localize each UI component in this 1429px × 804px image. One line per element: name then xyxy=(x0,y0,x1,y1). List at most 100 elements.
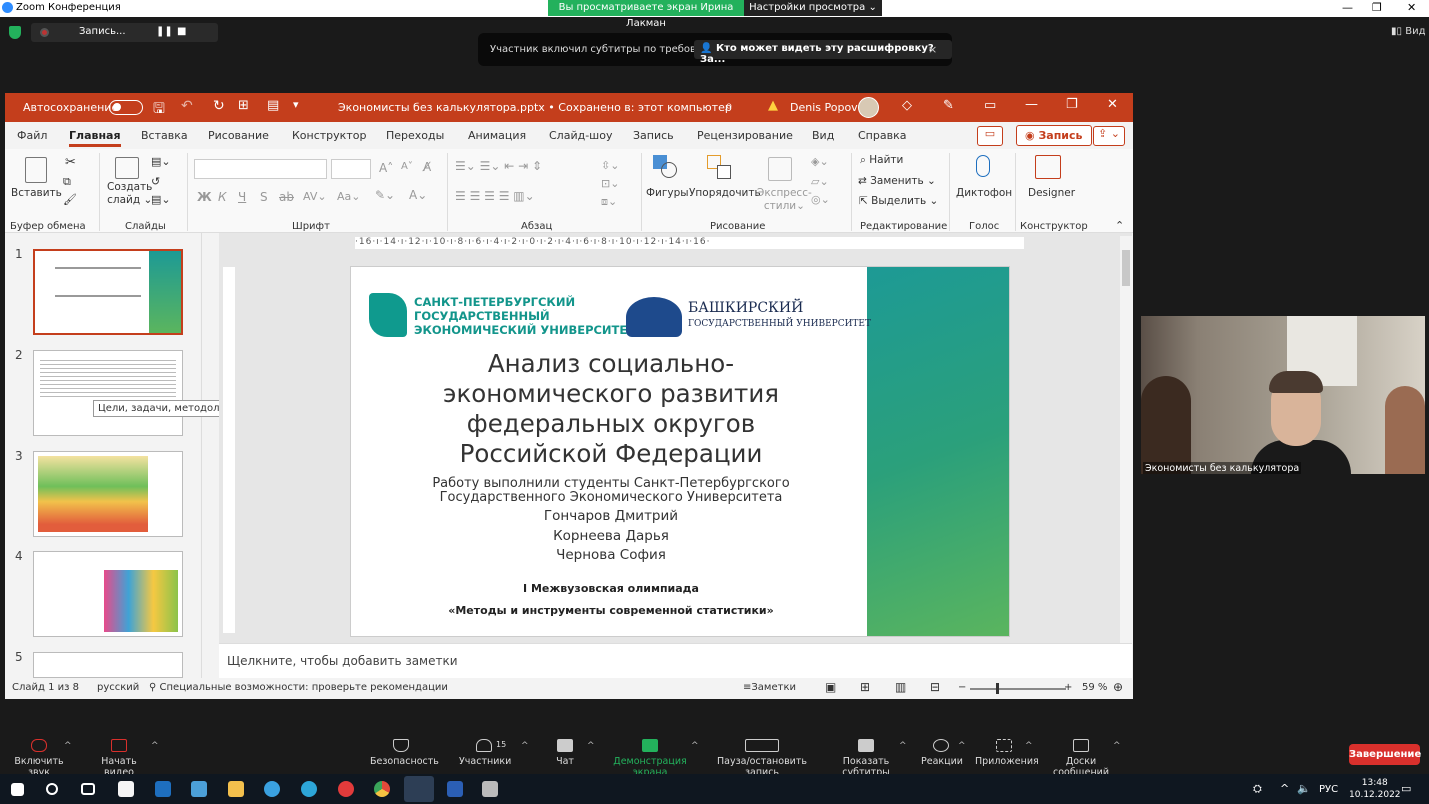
outline-icon[interactable]: ▱⌄ xyxy=(811,175,829,188)
paste-button[interactable]: Вставить xyxy=(11,187,62,199)
share-options-caret[interactable]: ^ xyxy=(691,741,699,751)
bullets-icon[interactable]: ☰⌄ ☰⌄ ⇤ ⇥ ⇕ xyxy=(455,159,542,173)
zoom-in-icon[interactable]: + xyxy=(1064,682,1072,693)
input-language[interactable]: РУС xyxy=(1319,784,1338,795)
security-button[interactable]: Безопасность xyxy=(370,732,439,767)
align-text-icon[interactable]: ⊡⌄ xyxy=(601,177,619,190)
change-case-icon[interactable]: Aa⌄ xyxy=(337,190,360,203)
photos-icon[interactable] xyxy=(191,781,207,797)
highlight-icon[interactable]: ✎⌄ xyxy=(375,188,395,202)
volume-icon[interactable]: 🔈 xyxy=(1297,782,1311,795)
quick-styles-icon[interactable] xyxy=(768,157,792,181)
accessibility-status[interactable]: ⚲ Специальные возможности: проверьте рек… xyxy=(149,682,448,693)
slide-thumbnail-3[interactable] xyxy=(33,451,183,537)
dictate-button[interactable]: Диктофон xyxy=(956,187,1012,199)
designer-icon[interactable] xyxy=(1035,155,1061,179)
tab-insert[interactable]: Вставка xyxy=(141,129,188,142)
participants-button[interactable]: Участники xyxy=(459,732,511,767)
effects-icon[interactable]: ◎⌄ xyxy=(811,193,830,206)
reactions-options-caret[interactable]: ^ xyxy=(958,741,966,751)
font-color-icon[interactable]: A⌄ xyxy=(409,188,427,202)
fill-icon[interactable]: ◈⌄ xyxy=(811,155,829,168)
maximize-icon[interactable]: ❐ xyxy=(1372,1,1382,14)
record-button[interactable]: ◉ Запись xyxy=(1016,125,1092,146)
fit-slide-icon[interactable]: ⊕ xyxy=(1113,680,1123,694)
pause-recording-button[interactable]: Пауза/остановить запись xyxy=(707,732,817,778)
slideshow-view-icon[interactable]: ⊟ xyxy=(930,680,940,694)
align-icon[interactable]: ☰ ☰ ☰ ☰ ▥⌄ xyxy=(455,189,535,203)
share-icon[interactable]: ⇪ ⌄ xyxy=(1093,126,1125,146)
strikethrough-icon[interactable]: ab xyxy=(279,190,294,204)
autosave-toggle[interactable] xyxy=(109,100,143,115)
zoom-taskbar-icon[interactable] xyxy=(404,776,434,802)
participants-options-caret[interactable]: ^ xyxy=(521,741,529,751)
unmute-button[interactable]: Включить звук xyxy=(8,732,70,778)
caption-close-icon[interactable]: × xyxy=(928,43,937,56)
redo-icon[interactable]: ↻ xyxy=(213,98,225,114)
explorer-icon[interactable] xyxy=(228,781,244,797)
share-screen-button[interactable]: Демонстрация экрана xyxy=(603,732,697,778)
app-icon[interactable] xyxy=(482,781,498,797)
normal-view-icon[interactable]: ▣ xyxy=(825,680,836,694)
diamond-icon[interactable]: ◇ xyxy=(902,98,912,113)
thumbnail-scrollbar[interactable] xyxy=(201,233,211,678)
reading-view-icon[interactable]: ▥ xyxy=(895,680,906,694)
bold-icon[interactable]: Ж xyxy=(197,190,212,204)
ribbon-display-icon[interactable]: ▭ xyxy=(984,98,996,113)
collapse-ribbon-icon[interactable]: ⌃ xyxy=(1115,219,1124,232)
people-icon[interactable]: ⛭ xyxy=(1253,782,1262,796)
pen-icon[interactable]: ✎ xyxy=(943,98,954,113)
present-icon[interactable]: ⊞ xyxy=(238,98,249,113)
pause-recording-icon[interactable]: ❚❚ xyxy=(156,26,173,37)
sorter-view-icon[interactable]: ⊞ xyxy=(860,680,870,694)
tab-animation[interactable]: Анимация xyxy=(468,129,526,142)
chat-button[interactable]: Чат xyxy=(550,732,580,767)
chrome-icon[interactable] xyxy=(374,781,390,797)
pp-restore-icon[interactable]: ❐ xyxy=(1066,97,1078,112)
video-options-caret[interactable]: ^ xyxy=(151,741,159,751)
comments-icon[interactable]: ▭ xyxy=(977,126,1003,146)
file-name[interactable]: Экономисты без калькулятора.pptx • Сохра… xyxy=(338,101,732,114)
user-name[interactable]: Denis Popov xyxy=(790,101,858,114)
shadow-icon[interactable]: S xyxy=(260,190,268,204)
text-direction-icon[interactable]: ⇳⌄ xyxy=(601,159,619,172)
tab-slideshow[interactable]: Слайд-шоу xyxy=(549,129,612,142)
chat-options-caret[interactable]: ^ xyxy=(587,741,595,751)
editor-scroll-thumb[interactable] xyxy=(1122,250,1130,286)
shrink-font-icon[interactable]: A˅ xyxy=(401,161,413,172)
search-taskbar-icon[interactable] xyxy=(46,783,58,795)
editor-scrollbar[interactable] xyxy=(1120,236,1132,691)
search-icon[interactable]: ⌕ xyxy=(725,98,733,114)
pp-close-icon[interactable]: ✕ xyxy=(1107,97,1118,112)
tab-record[interactable]: Запись xyxy=(633,129,674,142)
language-indicator[interactable]: русский xyxy=(97,682,139,693)
participant-video[interactable]: Экономисты без калькулятора xyxy=(1141,316,1425,474)
task-view-icon[interactable] xyxy=(81,783,95,795)
replace-button[interactable]: ⇄ Заменить ⌄ xyxy=(858,175,936,187)
tab-draw[interactable]: Рисование xyxy=(208,129,269,142)
underline-icon[interactable]: Ч xyxy=(238,190,246,204)
clear-format-icon[interactable]: A̸ xyxy=(423,160,431,174)
italic-icon[interactable]: К xyxy=(218,190,227,204)
transcript-visibility-link[interactable]: 👤 Кто может видеть эту расшифровку? За..… xyxy=(694,40,952,65)
notes-toggle[interactable]: ≡Заметки xyxy=(743,682,796,693)
spacing-icon[interactable]: AV⌄ xyxy=(303,190,327,203)
find-button[interactable]: ⌕ Найти xyxy=(860,154,903,167)
shapes-button[interactable]: Фигуры xyxy=(646,187,689,199)
apps-options-caret[interactable]: ^ xyxy=(1025,741,1033,751)
designer-button[interactable]: Designer xyxy=(1028,187,1075,199)
end-meeting-button[interactable]: Завершение xyxy=(1349,744,1421,765)
start-video-button[interactable]: Начать видео xyxy=(89,732,149,778)
customize-qat-icon[interactable]: ▾ xyxy=(293,98,299,111)
paste-icon[interactable] xyxy=(25,157,47,183)
new-slide-icon[interactable] xyxy=(115,157,139,179)
select-button[interactable]: ⇱ Выделить ⌄ xyxy=(859,195,938,207)
quick-styles-button[interactable]: Экспресс-стили⌄ xyxy=(757,187,812,213)
zoom-slider[interactable] xyxy=(970,688,1066,690)
grow-font-icon[interactable]: A˄ xyxy=(379,161,393,175)
tab-help[interactable]: Справка xyxy=(858,129,906,142)
tab-review[interactable]: Рецензирование xyxy=(697,129,793,142)
format-painter-icon[interactable]: 🖌 xyxy=(63,193,77,206)
notifications-icon[interactable]: ▭ xyxy=(1401,782,1411,795)
zoom-out-icon[interactable]: − xyxy=(958,682,966,693)
